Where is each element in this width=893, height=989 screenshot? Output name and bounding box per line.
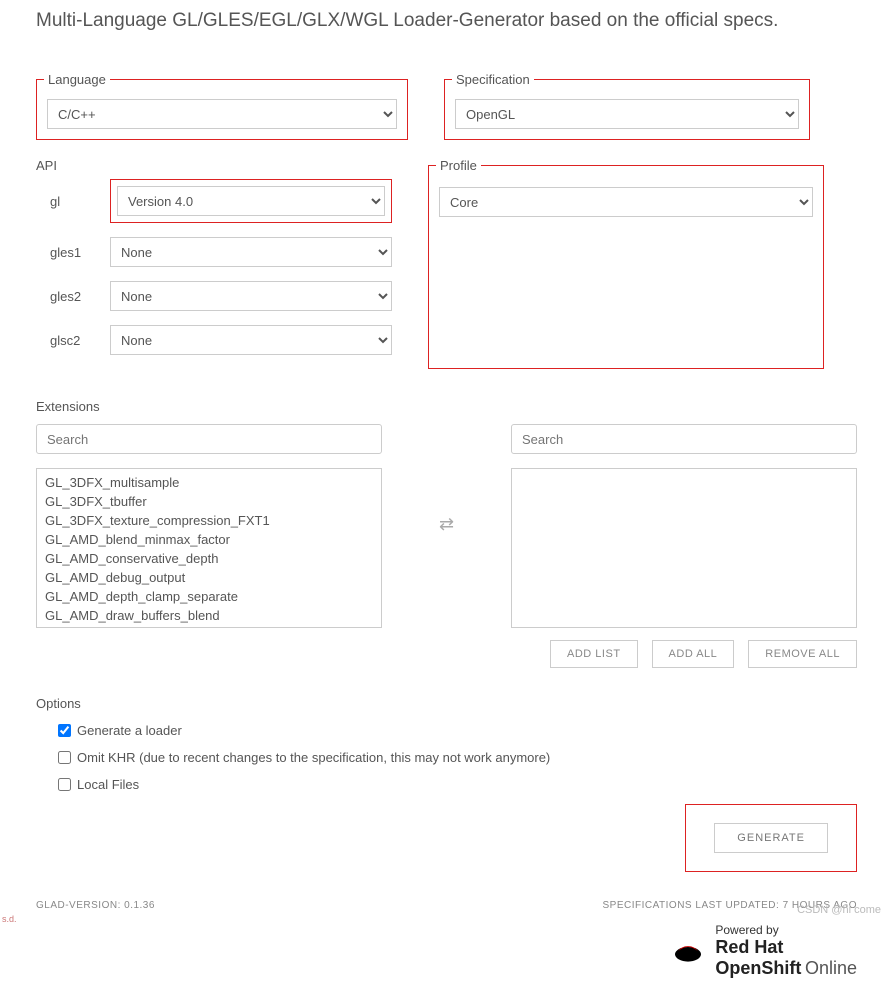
extensions-search-left[interactable] (36, 424, 382, 454)
watermark-right: CSDN @hi come (797, 904, 881, 916)
page-subtitle: Multi-Language GL/GLES/EGL/GLX/WGL Loade… (36, 10, 857, 32)
extension-item[interactable]: GL_AMD_debug_output (37, 568, 381, 587)
profile-select[interactable]: Core (439, 187, 813, 217)
openshift-product: OpenShift (715, 958, 801, 978)
extension-item[interactable]: GL_AMD_depth_clamp_separate (37, 587, 381, 606)
language-label: Language (44, 72, 110, 87)
options-section: Options Generate a loader Omit KHR (due t… (36, 696, 857, 792)
api-gles1-label: gles1 (36, 245, 92, 260)
extensions-available-list[interactable]: GL_3DFX_multisampleGL_3DFX_tbufferGL_3DF… (36, 468, 382, 628)
extension-item[interactable]: GL_AMD_blend_minmax_factor (37, 530, 381, 549)
swap-icon: ⇄ (439, 514, 454, 535)
option-checkbox-1[interactable] (58, 751, 71, 764)
add-all-button[interactable]: ADD ALL (652, 640, 735, 668)
extensions-search-right[interactable] (511, 424, 857, 454)
footer: GLAD-VERSION: 0.1.36 SPECIFICATIONS LAST… (36, 900, 857, 911)
options-label: Options (36, 696, 857, 711)
language-select[interactable]: C/C++ (47, 99, 397, 129)
add-list-button[interactable]: ADD LIST (550, 640, 638, 668)
specification-fieldset: Specification OpenGL (444, 72, 810, 140)
generate-button[interactable]: GENERATE (714, 823, 828, 853)
option-row: Omit KHR (due to recent changes to the s… (36, 750, 857, 765)
specification-label: Specification (452, 72, 534, 87)
extensions-section: Extensions GL_3DFX_multisampleGL_3DFX_tb… (36, 399, 857, 668)
api-gl-select[interactable]: Version 4.0 (117, 186, 385, 216)
extension-item[interactable]: GL_AMD_framebuffer_multisample_advanced (37, 625, 381, 628)
extension-item[interactable]: GL_AMD_conservative_depth (37, 549, 381, 568)
extension-item[interactable]: GL_3DFX_multisample (37, 473, 381, 492)
option-label: Omit KHR (due to recent changes to the s… (77, 750, 550, 765)
api-fieldset: API gl Version 4.0 gles1 None gles2 None… (36, 158, 392, 369)
profile-fieldset: Profile Core (428, 158, 824, 369)
api-gles2-label: gles2 (36, 289, 92, 304)
extension-item[interactable]: GL_AMD_draw_buffers_blend (37, 606, 381, 625)
option-checkbox-0[interactable] (58, 724, 71, 737)
api-gl-highlight: Version 4.0 (110, 179, 392, 223)
powered-by: Powered by Red Hat OpenShift Online (36, 923, 857, 979)
option-row: Generate a loader (36, 723, 857, 738)
watermark-left: s.d. (2, 914, 17, 924)
openshift-suffix: Online (805, 958, 857, 978)
version-text: GLAD-VERSION: 0.1.36 (36, 900, 155, 911)
option-label: Local Files (77, 777, 139, 792)
extension-item[interactable]: GL_3DFX_tbuffer (37, 492, 381, 511)
language-fieldset: Language C/C++ (36, 72, 408, 140)
api-gl-label: gl (36, 194, 92, 209)
option-row: Local Files (36, 777, 857, 792)
option-label: Generate a loader (77, 723, 182, 738)
generate-fieldset: GENERATE (685, 804, 857, 872)
api-gles1-select[interactable]: None (110, 237, 392, 267)
profile-label: Profile (436, 158, 481, 173)
api-gles2-select[interactable]: None (110, 281, 392, 311)
extensions-label: Extensions (36, 399, 857, 414)
extension-item[interactable]: GL_3DFX_texture_compression_FXT1 (37, 511, 381, 530)
extensions-selected-list[interactable] (511, 468, 857, 628)
option-checkbox-2[interactable] (58, 778, 71, 791)
api-glsc2-select[interactable]: None (110, 325, 392, 355)
powered-by-text: Powered by (715, 923, 857, 937)
redhat-brand: Red Hat (715, 937, 783, 957)
specification-select[interactable]: OpenGL (455, 99, 799, 129)
api-label: API (36, 158, 57, 173)
api-glsc2-label: glsc2 (36, 333, 92, 348)
remove-all-button[interactable]: REMOVE ALL (748, 640, 857, 668)
redhat-icon (671, 938, 705, 964)
